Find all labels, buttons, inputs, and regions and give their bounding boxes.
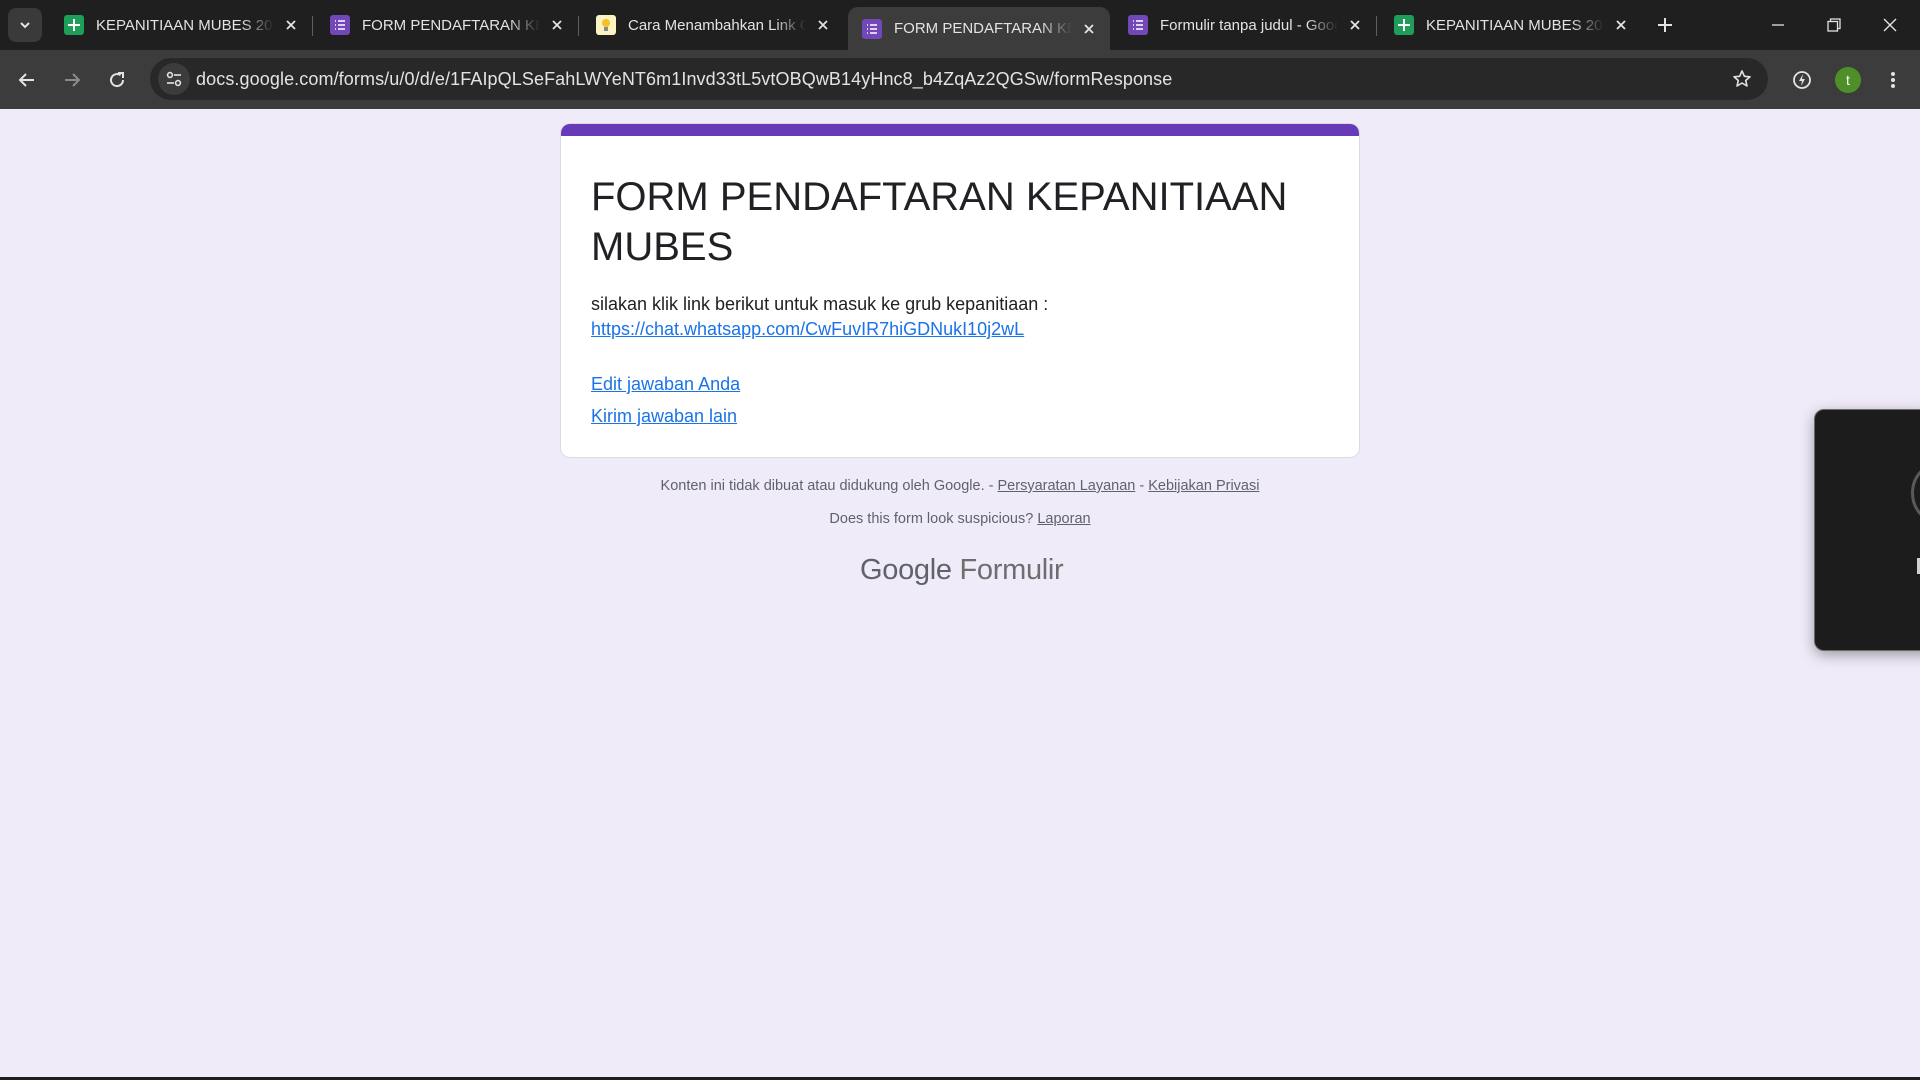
confirmation-text: silakan klik link berikut untuk masuk ke… [591,294,1049,314]
report-link[interactable]: Laporan [1037,511,1090,527]
more-vert-icon [1891,72,1895,88]
close-window-button[interactable] [1862,0,1918,50]
terms-link[interactable]: Persyaratan Layanan [998,478,1136,494]
back-button[interactable] [9,62,45,98]
restore-button[interactable] [1806,0,1862,50]
restore-icon [1827,18,1841,32]
bookmark-star-button[interactable] [1728,65,1756,93]
arrow-right-icon [65,73,81,87]
tab-search-button[interactable] [8,8,42,42]
new-tab-button[interactable] [1650,10,1680,40]
close-tab-icon[interactable] [1610,14,1632,36]
performance-icon [1793,71,1811,89]
close-tab-icon[interactable] [812,14,834,36]
google-forms-icon [330,15,350,35]
product-wordmark: Formulir [959,554,1064,586]
tab-title: FORM PENDAFTARAN KEPANITIAAN MUBES [362,16,540,34]
lightbulb-icon [596,15,616,35]
reload-button[interactable] [99,62,135,98]
site-info-button[interactable] [158,63,190,95]
footer-separator: - [1135,478,1149,494]
disclaimer-text: Konten ini tidak dibuat atau didukung ol… [660,478,985,494]
google-forms-icon [1128,15,1148,35]
google-sheets-icon [64,15,84,35]
browser-tab[interactable]: KEPANITIAAN MUBES 2024 [50,7,312,43]
close-tab-icon[interactable] [1078,18,1100,40]
submit-another-link[interactable]: Kirim jawaban lain [591,404,737,428]
star-icon [1733,70,1751,87]
reload-icon [110,72,125,88]
tab-title: KEPANITIAAN MUBES 2024 [96,16,274,34]
tab-title: Cara Menambahkan Link Google [628,16,806,34]
browser-tab-active[interactable]: FORM PENDAFTARAN KEPANITIAAN MUBES [848,7,1110,50]
google-forms-logo[interactable]: Google Formulir [860,554,1064,590]
browser-tab[interactable]: Cara Menambahkan Link Google [582,7,844,43]
browser-tab[interactable]: KEPANITIAAN MUBES 2024 [1380,7,1642,43]
footer-disclaimer: Konten ini tidak dibuat atau didukung ol… [560,478,1360,494]
forward-button[interactable] [54,62,90,98]
tab-divider [312,16,313,36]
close-tab-icon[interactable] [1344,14,1366,36]
url-text[interactable]: docs.google.com/forms/u/0/d/e/1FAIpQLSeF… [196,69,1172,90]
browser-tab[interactable]: FORM PENDAFTARAN KEPANITIAAN MUBES [316,7,578,43]
browser-toolbar: docs.google.com/forms/u/0/d/e/1FAIpQLSeF… [0,50,1920,109]
browser-tab[interactable]: Formulir tanpa judul - Google [1114,7,1376,43]
google-sheets-icon [1394,15,1414,35]
google-forms-icon [862,18,882,39]
profile-initial: t [1846,72,1850,88]
edit-response-link[interactable]: Edit jawaban Anda [591,372,740,396]
tune-icon [166,71,182,87]
extensions-button[interactable] [1784,62,1820,98]
tab-divider [578,16,579,36]
whatsapp-group-link[interactable]: https://chat.whatsapp.com/CwFuvIR7hiGDNu… [591,319,1024,339]
minimize-button[interactable] [1750,0,1806,50]
chevron-down-icon [20,22,30,29]
avatar-circle [1911,460,1920,526]
address-bar[interactable]: docs.google.com/forms/u/0/d/e/1FAIpQLSeF… [150,58,1768,100]
card-accent-bar [561,124,1359,136]
form-response-card: FORM PENDAFTARAN KEPANITIAAN MUBES silak… [560,123,1360,458]
form-title: FORM PENDAFTARAN KEPANITIAAN MUBES [591,175,1288,269]
plus-icon [1658,18,1672,32]
form-confirmation-message: silakan klik link berikut untuk masuk ke… [591,292,1048,342]
suspicious-text: Does this form look suspicious? [829,511,1034,527]
menu-button[interactable] [1875,62,1911,98]
tab-strip: KEPANITIAAN MUBES 2024 FORM PENDAFTARAN … [0,0,1920,50]
google-wordmark: Google [860,554,952,586]
tab-title: Formulir tanpa judul - Google [1160,16,1338,34]
floating-panel[interactable] [1814,409,1920,651]
footer-report: Does this form look suspicious? Laporan [560,511,1360,527]
minimize-icon [1772,24,1784,26]
close-icon [1883,18,1897,32]
tab-divider [1376,16,1377,36]
footer-separator: - [984,478,998,494]
tab-title: FORM PENDAFTARAN KEPANITIAAN MUBES [894,20,1072,37]
close-tab-icon[interactable] [546,14,568,36]
arrow-left-icon [18,73,34,87]
close-tab-icon[interactable] [280,14,302,36]
tab-title: KEPANITIAAN MUBES 2024 [1426,16,1604,34]
profile-avatar[interactable]: t [1835,67,1861,93]
privacy-link[interactable]: Kebijakan Privasi [1148,478,1259,494]
